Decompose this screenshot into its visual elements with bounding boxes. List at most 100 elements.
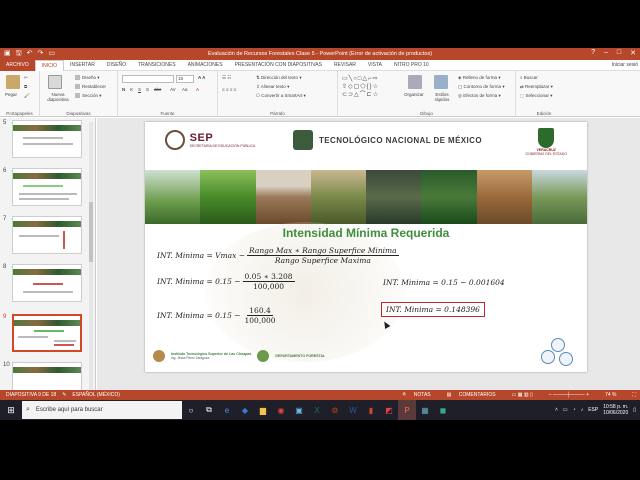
tab-inicio[interactable]: INICIO	[34, 59, 65, 71]
equation-1[interactable]: INT. Minima = Vmax − Rango Max ∗ Rango S…	[157, 246, 401, 265]
fit-slide-icon[interactable]: ⛶	[632, 392, 636, 398]
powerpoint-icon[interactable]: P	[398, 400, 416, 420]
cortana-icon[interactable]: ○	[182, 400, 200, 420]
new-slide-icon[interactable]	[48, 75, 62, 89]
align-text-button[interactable]: ⇳ Alinear texto ▾	[256, 84, 289, 90]
select-button[interactable]: ⬚ Seleccionar ▾	[520, 93, 553, 99]
slide-title[interactable]: Intensidad Mínima Requerida	[145, 226, 587, 240]
font-family-select[interactable]	[122, 75, 174, 84]
dropbox-icon[interactable]: ◆	[236, 400, 254, 420]
replace-button[interactable]: ⇄ Reemplazar ▾	[520, 84, 553, 90]
close-button[interactable]: ✕	[630, 49, 636, 57]
settings-icon[interactable]: ⚙	[326, 400, 344, 420]
shape-outline-button[interactable]: ▢ Contorno de forma ▾	[458, 84, 505, 90]
paste-icon[interactable]	[6, 75, 20, 89]
quick-styles-button[interactable]: Estilos rápidos	[430, 92, 454, 102]
taskbar-search[interactable]: ⌕ Escribe aquí para buscar	[22, 401, 182, 419]
bold-icon[interactable]: N	[122, 87, 125, 92]
align-icons[interactable]: ≡ ≡ ≡ ≡	[222, 87, 236, 92]
reset-button[interactable]: Restablecer	[75, 84, 106, 90]
pdf-icon[interactable]: ◩	[380, 400, 398, 420]
font-color-icon[interactable]: A	[196, 87, 199, 92]
tab-transiciones[interactable]: TRANSICIONES	[132, 60, 182, 71]
minimize-button[interactable]: –	[604, 49, 608, 57]
find-button[interactable]: ⌕ Buscar	[520, 75, 538, 80]
quick-styles-icon[interactable]	[434, 75, 448, 89]
sep-seal-icon	[165, 130, 185, 150]
tab-diseno[interactable]: DISEÑO	[101, 60, 132, 71]
word-icon[interactable]: W	[344, 400, 362, 420]
font-size-select[interactable]: 18	[176, 75, 194, 83]
layout-button[interactable]: Diseño ▾	[75, 75, 100, 81]
sign-in-link[interactable]: Iniciar sesió	[612, 62, 638, 68]
comments-button[interactable]: ▤ COMENTARIOS	[447, 392, 496, 398]
store-icon[interactable]: ▣	[290, 400, 308, 420]
tray-chevron-icon[interactable]: ˄	[555, 407, 558, 413]
new-slide-button[interactable]: Nueva diapositiva	[43, 92, 73, 102]
arrange-icon[interactable]	[408, 75, 422, 89]
strikethrough-icon[interactable]: abc	[154, 87, 161, 92]
format-painter-icon[interactable]: 🖌	[24, 93, 30, 99]
smartart-button[interactable]: ⎔ Convertir a SmartArt ▾	[256, 93, 306, 99]
shapes-gallery[interactable]: ▭╲○□△⌐⇨ ⇧◇▢⬠{}☆ ⊂⊃△⌒⊏☆	[342, 75, 379, 99]
change-case-icon[interactable]: Aa	[182, 87, 188, 92]
tab-vista[interactable]: VISTA	[362, 60, 388, 71]
network-icon[interactable]: ◔	[573, 407, 576, 413]
tab-presentacion[interactable]: PRESENTACIÓN CON DIAPOSITIVAS	[229, 60, 328, 71]
equation-2[interactable]: INT. Minima = 0.15 − 0.05 ∗ 3.208 100,000	[157, 272, 297, 291]
shape-fill-button[interactable]: ◈ Relleno de forma ▾	[458, 75, 501, 81]
volume-icon[interactable]: ♪	[581, 407, 584, 413]
section-button[interactable]: Sección ▾	[75, 93, 102, 99]
tab-revisar[interactable]: REVISAR	[328, 60, 362, 71]
photo-seedlings	[200, 170, 256, 224]
underline-icon[interactable]: S	[138, 87, 141, 92]
equation-4[interactable]: INT. Minima = 0.15 − 0.001604	[383, 278, 505, 287]
windows-start-icon[interactable]: ⊞	[0, 400, 22, 420]
copy-icon[interactable]: ⧉	[24, 84, 27, 89]
app-icon[interactable]: ◼	[434, 400, 452, 420]
slide-thumbnail-8[interactable]	[12, 264, 82, 302]
arrange-button[interactable]: Organizar	[404, 92, 424, 97]
equation-3[interactable]: INT. Minima = 0.15 − 160.4 100,000	[157, 306, 280, 325]
chrome-icon[interactable]: ◉	[272, 400, 290, 420]
shadow-icon[interactable]: S	[146, 87, 149, 92]
tab-insertar[interactable]: INSERTAR	[64, 60, 101, 71]
file-explorer-icon[interactable]: ▆	[254, 400, 272, 420]
char-spacing-icon[interactable]: AV	[170, 87, 176, 92]
tab-animaciones[interactable]: ANIMACIONES	[182, 60, 229, 71]
grow-font-icon[interactable]: A A	[198, 75, 205, 80]
group-label-slides: Diapositivas	[66, 111, 91, 116]
result-box[interactable]: INT. Minima = 0.148396	[381, 302, 485, 317]
zoom-slider[interactable]: – ────┼──── +	[549, 392, 589, 398]
tab-archivo[interactable]: ARCHIVO	[0, 59, 35, 71]
edge-icon[interactable]: e	[218, 400, 236, 420]
bullets-icon[interactable]: ☰ ☷	[222, 75, 231, 81]
paste-button[interactable]: Pegar	[5, 92, 17, 97]
slide-thumbnail-6[interactable]	[12, 168, 82, 206]
zoom-level[interactable]: 74 %	[605, 392, 616, 398]
slide-thumbnail-7[interactable]	[12, 216, 82, 254]
maximize-button[interactable]: □	[617, 49, 621, 57]
battery-icon[interactable]: ▭	[563, 407, 568, 413]
view-buttons[interactable]: ▭ ▦ ▥ ▯	[512, 392, 533, 398]
italic-icon[interactable]: K	[130, 87, 133, 92]
notifications-icon[interactable]: ▯	[633, 407, 636, 413]
onenote-icon[interactable]: ▮	[362, 400, 380, 420]
cut-icon[interactable]: ✂	[24, 75, 28, 81]
current-slide[interactable]: SEP SECRETARÍA DE EDUCACIÓN PÚBLICA TECN…	[145, 122, 587, 372]
tab-nitro[interactable]: NITRO PRO 10	[388, 60, 435, 71]
help-icon[interactable]: ?	[591, 49, 595, 57]
thumbnails-scrollbar[interactable]	[89, 122, 93, 392]
clock[interactable]: 10:58 p. m. 10/06/2020	[603, 404, 628, 416]
spellcheck-icon[interactable]: ✎	[62, 392, 66, 398]
slide-thumbnail-9[interactable]	[12, 314, 82, 352]
keyboard-language[interactable]: ESP	[588, 407, 598, 413]
language-indicator[interactable]: ESPAÑOL (MÉXICO)	[72, 392, 120, 398]
text-direction-button[interactable]: ⇅ Dirección del texto ▾	[256, 75, 302, 81]
shape-effects-button[interactable]: ◎ Efectos de forma ▾	[458, 93, 501, 99]
notes-button[interactable]: ≙ NOTAS	[402, 392, 430, 398]
slide-thumbnail-5[interactable]	[12, 120, 82, 158]
photos-icon[interactable]: ▦	[416, 400, 434, 420]
excel-icon[interactable]: X	[308, 400, 326, 420]
task-view-icon[interactable]: ⧉	[200, 400, 218, 420]
